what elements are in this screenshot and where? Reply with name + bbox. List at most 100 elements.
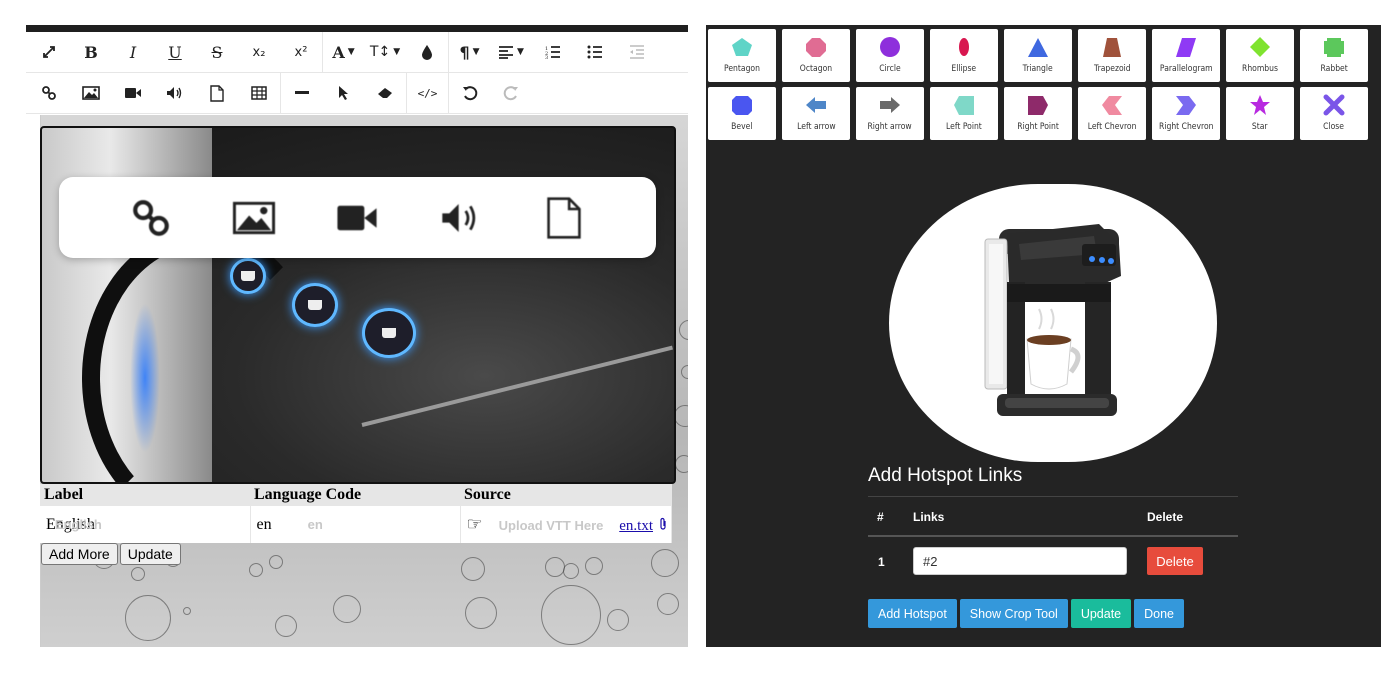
language-code-cell[interactable]: en en [250,506,461,543]
shape-label: Bevel [731,122,753,132]
title-divider [868,496,1238,497]
uploaded-file-link[interactable]: en.txt [619,518,653,535]
italic-button[interactable]: I [112,32,154,73]
rich-text-editor: B I U S x₂ x² A ▼ T↕ ▼ ¶ ▼ ▼ 123 </> Lab… [26,25,688,647]
link-icon[interactable] [28,73,70,114]
align-button[interactable]: ▼ [490,32,532,73]
add-hotspot-button[interactable]: Add Hotspot [868,599,957,628]
language-code-field[interactable]: en [257,516,272,533]
column-header-source: Source [460,484,672,506]
right-chevron-icon [1176,96,1196,115]
strikethrough-button[interactable]: S [196,32,238,73]
shape-circle[interactable]: Circle [856,29,924,82]
shape-label: Right Chevron [1158,122,1214,132]
unordered-list-icon[interactable] [574,32,616,73]
shape-ellipse[interactable]: Ellipse [930,29,998,82]
left-chevron-icon [1102,96,1122,115]
video-icon[interactable] [112,73,154,114]
add-more-button[interactable]: Add More [41,543,118,565]
chevron-down-icon: ▼ [347,47,355,57]
delete-hotspot-button[interactable]: Delete [1147,547,1203,575]
shape-star[interactable]: Star [1226,87,1294,140]
fullscreen-icon[interactable] [28,32,70,73]
left-arrow-icon [806,97,826,113]
done-button[interactable]: Done [1134,599,1185,628]
undo-icon[interactable] [448,72,490,114]
shape-right-chevron[interactable]: Right Chevron [1152,87,1220,140]
file-icon[interactable] [534,193,594,243]
update-button[interactable]: Update [119,543,181,565]
audio-icon[interactable] [154,73,196,114]
shape-octagon[interactable]: Octagon [782,29,850,82]
select-cursor-icon[interactable] [322,73,364,114]
subtitle-track-table: Label Language Code Source EnglishEnglis… [40,484,672,543]
column-header-label: Label [40,484,250,506]
redo-icon[interactable] [490,73,532,114]
hotspot-link-input[interactable] [913,547,1127,575]
video-icon[interactable] [327,193,387,243]
upload-placeholder[interactable]: Upload VTT Here [499,518,604,533]
shape-rhombus[interactable]: Rhombus [1226,29,1294,82]
table-icon[interactable] [238,73,280,114]
language-code-placeholder: en [307,516,323,532]
font-color-button[interactable]: A ▼ [322,31,364,73]
shape-left-arrow[interactable]: Left arrow [782,87,850,140]
paragraph-button[interactable]: ¶ ▼ [448,31,490,73]
ellipse-icon [959,38,969,56]
shape-pentagon[interactable]: Pentagon [708,29,776,82]
shape-right-point[interactable]: Right Point [1004,87,1072,140]
pentagon-icon [732,38,752,56]
shape-label: Left Chevron [1087,122,1137,132]
screenshot-root: B I U S x₂ x² A ▼ T↕ ▼ ¶ ▼ ▼ 123 </> Lab… [0,0,1400,675]
shape-rabbet[interactable]: Rabbet [1300,29,1368,82]
shape-parallelogram[interactable]: Parallelogram [1152,29,1220,82]
superscript-button[interactable]: x² [280,32,322,73]
shape-label: Right arrow [867,122,913,132]
bubble-decoration [183,607,191,615]
ordered-list-icon[interactable]: 123 [532,32,574,73]
trapezoid-icon [1103,38,1121,57]
shape-close[interactable]: Close [1300,87,1368,140]
outdent-icon[interactable] [616,32,658,73]
table-row: EnglishEnglish en en ☞ Upload VTT Here en.… [40,506,672,543]
underline-button[interactable]: U [154,32,196,73]
product-image[interactable] [889,184,1217,462]
subscript-button[interactable]: x₂ [238,32,280,73]
bubble-decoration [545,557,565,577]
shape-bevel[interactable]: Bevel [708,87,776,140]
shape-right-arrow[interactable]: Right arrow [856,87,924,140]
file-icon[interactable] [196,73,238,114]
show-crop-tool-button[interactable]: Show Crop Tool [959,599,1068,628]
star-icon [1250,95,1270,115]
chevron-down-icon: ▼ [472,47,480,57]
hotspot-action-buttons: Add Hotspot Show Crop Tool Update Done [868,599,1185,628]
horizontal-rule-icon[interactable] [280,72,322,114]
shape-triangle[interactable]: Triangle [1004,29,1072,82]
paperclip-icon[interactable] [659,517,667,536]
bubble-decoration [275,615,297,637]
triangle-icon [1028,38,1048,57]
shape-trapezoid[interactable]: Trapezoid [1078,29,1146,82]
source-cell[interactable]: ☞ Upload VTT Here en.txt [460,506,672,543]
eraser-icon[interactable] [364,73,406,114]
image-icon[interactable] [224,193,284,243]
shape-left-chevron[interactable]: Left Chevron [1078,87,1146,140]
cup-graphic [241,271,255,281]
code-view-icon[interactable]: </> [406,72,448,114]
bold-button[interactable]: B [70,32,112,73]
shape-label: Close [1323,122,1345,132]
image-icon[interactable] [70,73,112,114]
hotspot-links-title: Add Hotspot Links [868,465,1023,486]
highlight-icon[interactable] [406,32,448,73]
label-cell[interactable]: EnglishEnglish [40,506,251,543]
shape-left-point[interactable]: Left Point [930,87,998,140]
strikethrough-label: S [211,42,223,62]
link-icon[interactable] [121,193,181,243]
bubble-decoration [125,595,171,641]
font-size-button[interactable]: T↕ ▼ [364,32,406,73]
audio-icon[interactable] [431,193,491,243]
column-header-links: Links [913,510,945,524]
update-button[interactable]: Update [1070,599,1132,628]
shape-label: Right Point [1017,122,1059,132]
cup-button-graphic [292,283,338,327]
